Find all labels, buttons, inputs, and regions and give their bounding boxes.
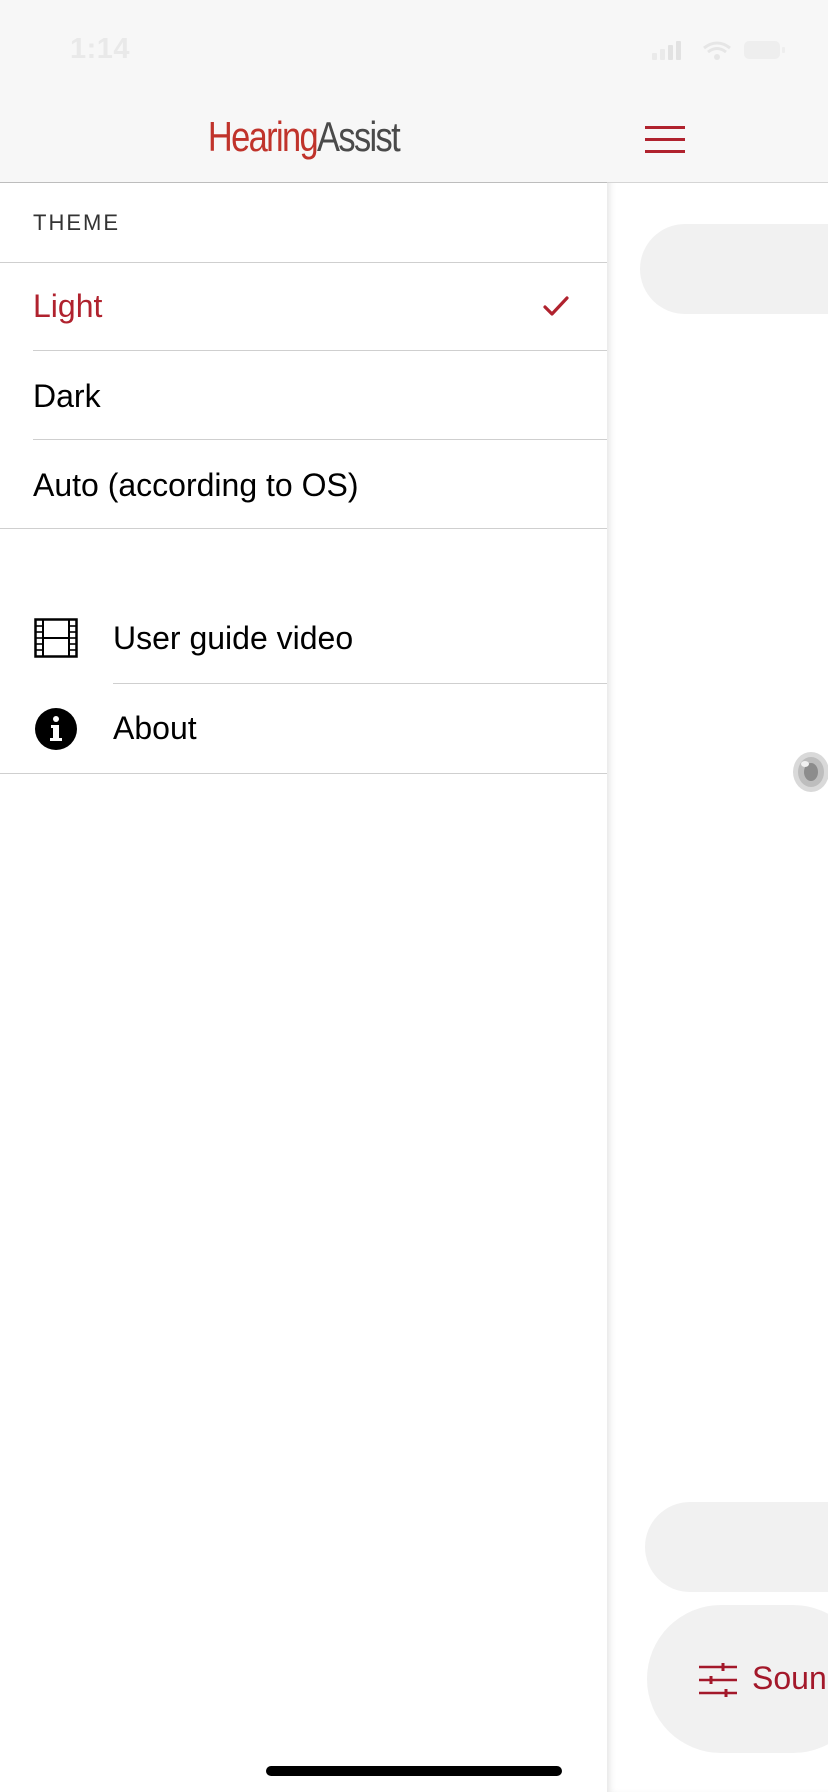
theme-section-header: THEME <box>33 210 120 235</box>
info-icon <box>35 708 77 750</box>
film-icon <box>34 618 78 658</box>
theme-option-dark[interactable]: Dark <box>33 378 101 415</box>
divider <box>33 439 607 440</box>
hearing-device-image <box>793 752 828 792</box>
menu-item-about[interactable]: About <box>113 710 197 747</box>
home-indicator <box>266 1766 562 1776</box>
divider <box>113 683 607 684</box>
divider <box>0 773 607 774</box>
app-logo: HearingAssist <box>55 108 553 166</box>
logo-text-hearing: Hearing <box>207 113 319 160</box>
divider <box>33 350 607 351</box>
drawer-header: 1:14 HearingAssist <box>0 0 607 183</box>
checkmark-icon <box>543 296 569 316</box>
side-drawer: 1:14 HearingAssist THEME Light Dark Auto… <box>0 0 607 1792</box>
theme-option-auto[interactable]: Auto (according to OS) <box>33 467 358 504</box>
hamburger-menu-icon[interactable] <box>645 126 685 154</box>
status-icons <box>652 41 785 60</box>
sound-button-label: Soun <box>752 1660 827 1696</box>
top-pill-control[interactable] <box>640 224 828 314</box>
menu-item-user-guide-video[interactable]: User guide video <box>113 620 353 657</box>
divider <box>0 528 607 529</box>
main-content[interactable]: Soun <box>607 0 828 1792</box>
status-bar-time: 1:14 <box>70 33 131 65</box>
main-header <box>607 0 828 183</box>
divider <box>0 262 607 263</box>
logo-text-assist: Assist <box>317 113 401 160</box>
bottom-pill-control[interactable] <box>645 1502 828 1592</box>
theme-option-light[interactable]: Light <box>33 288 102 325</box>
sliders-icon <box>699 1663 737 1697</box>
